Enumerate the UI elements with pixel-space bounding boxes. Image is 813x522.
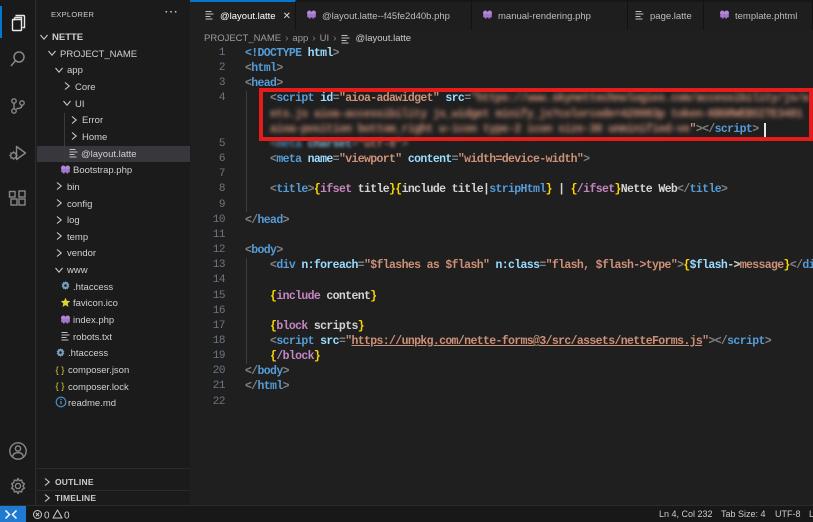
svg-text:0: 0 xyxy=(44,511,50,522)
svg-text:{ }: { } xyxy=(56,365,65,375)
svg-text:{ }: { } xyxy=(56,381,65,391)
svg-text:0: 0 xyxy=(64,511,70,522)
